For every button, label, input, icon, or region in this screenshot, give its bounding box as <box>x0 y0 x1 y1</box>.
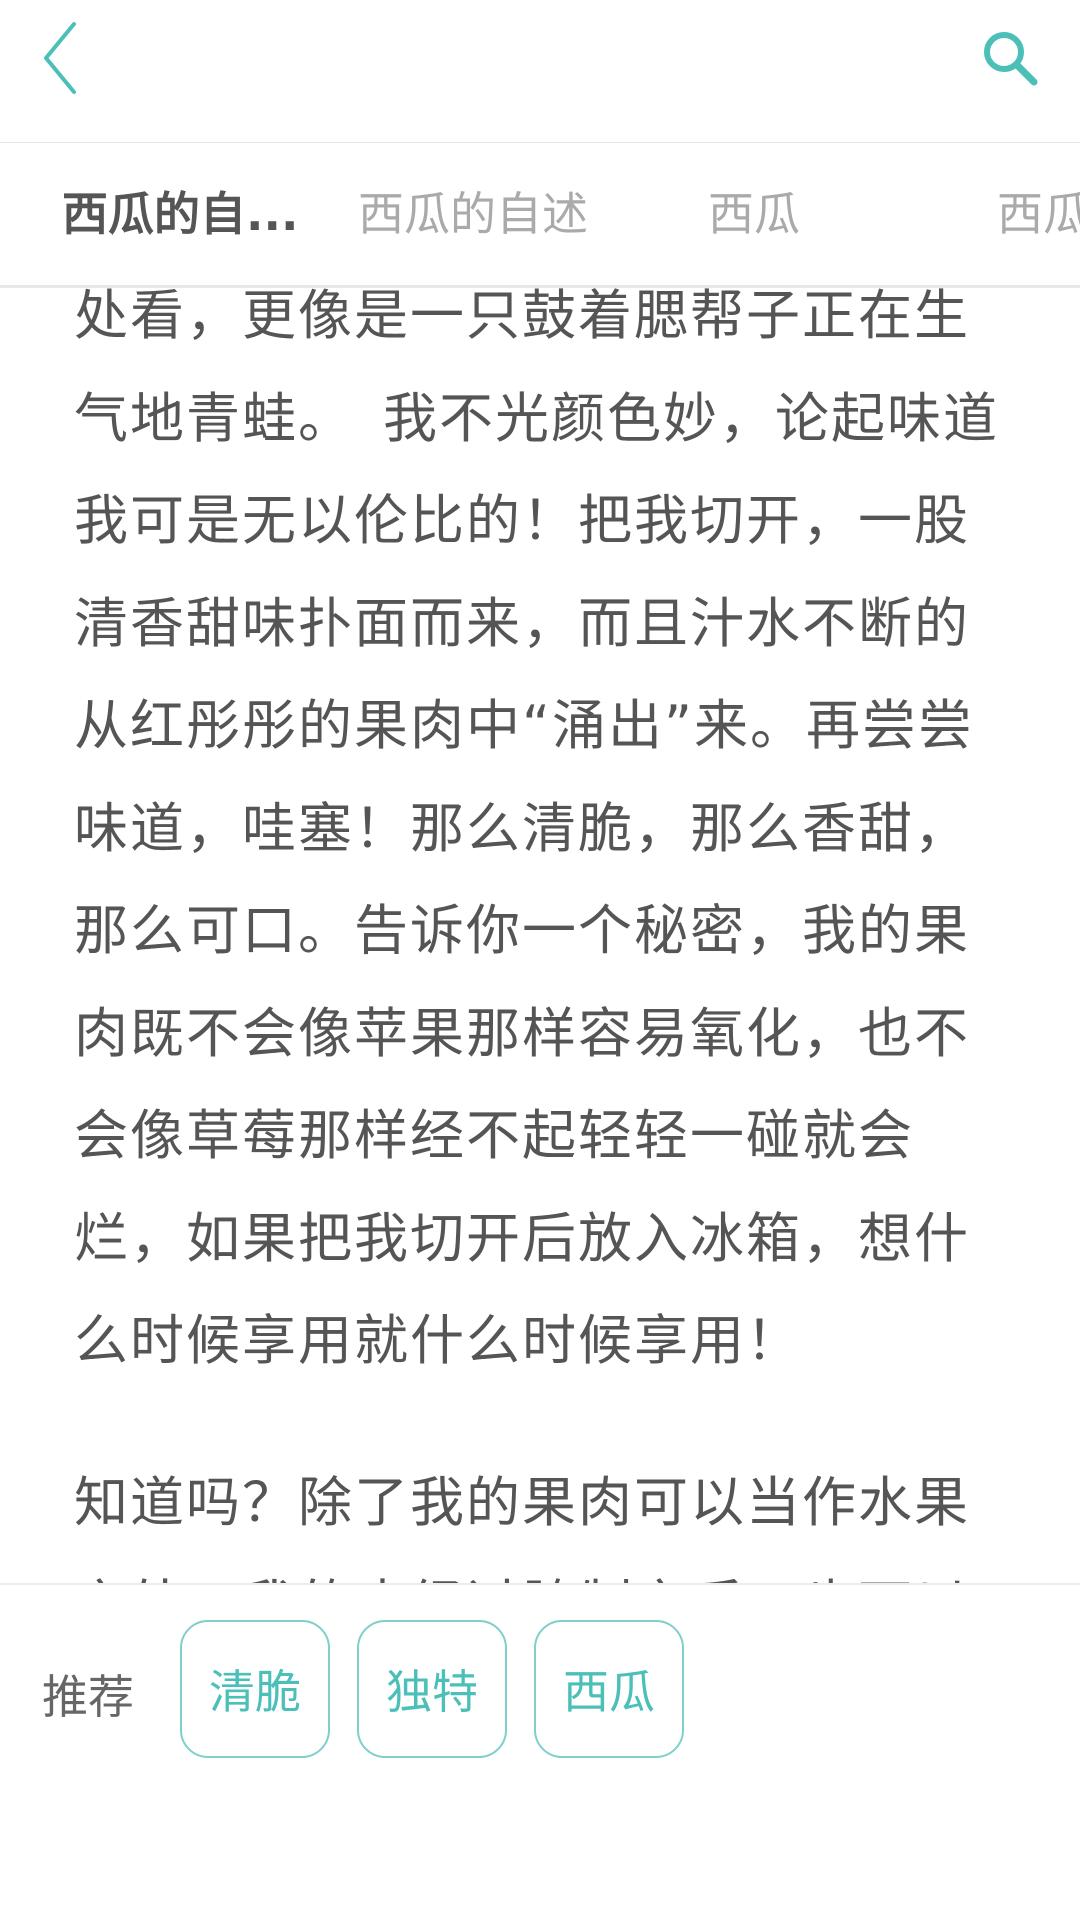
search-icon <box>980 28 1040 92</box>
article-paragraph: 处看，更像是一只鼓着腮帮子正在生气地青蛙。 我不光颜色妙，论起味道我可是无以伦比… <box>74 285 999 1372</box>
tab-bar: 西瓜的自... 西瓜的自述 西瓜 西瓜 <box>0 143 1080 288</box>
recommend-tag[interactable]: 西瓜 <box>534 1620 684 1758</box>
article-content[interactable]: 处看，更像是一只鼓着腮帮子正在生气地青蛙。 我不光颜色妙，论起味道我可是无以伦比… <box>0 285 1080 1583</box>
back-button[interactable] <box>30 20 90 100</box>
recommend-tag[interactable]: 清脆 <box>180 1620 330 1758</box>
recommend-tag[interactable]: 独特 <box>357 1620 507 1758</box>
chevron-left-icon <box>40 20 80 100</box>
tab-article-2[interactable]: 西瓜的自述 <box>358 143 588 285</box>
article-paragraph: 知道吗？除了我的果肉可以当作水果之外，我的皮经过腌制之后，也可以 <box>74 1471 970 1583</box>
recommend-label: 推荐 <box>42 1670 134 1724</box>
tab-article-3[interactable]: 西瓜 <box>708 143 800 285</box>
search-button[interactable] <box>970 20 1050 100</box>
top-bar <box>0 0 1080 143</box>
tab-article-4[interactable]: 西瓜 <box>997 143 1080 285</box>
tab-article-current[interactable]: 西瓜的自... <box>62 143 302 285</box>
recommend-bar: 推荐 清脆 独特 西瓜 <box>0 1583 1080 1922</box>
